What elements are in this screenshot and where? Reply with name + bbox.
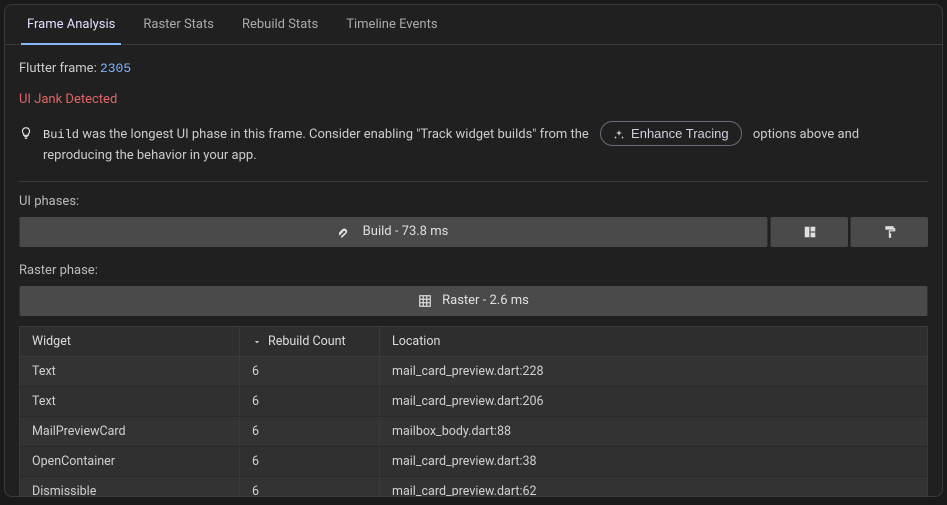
hint-before: was the longest UI phase in this frame. … (79, 127, 592, 142)
table-body[interactable]: Text6mail_card_preview.dart:228Text6mail… (19, 357, 928, 496)
raster-phase-bar[interactable]: Raster - 2.6 ms (19, 286, 928, 316)
table-row[interactable]: MailPreviewCard6mailbox_body.dart:88 (19, 417, 928, 447)
cell-widget: Text (20, 387, 240, 416)
cell-location: mail_card_preview.dart:206 (380, 387, 927, 416)
header-location[interactable]: Location (380, 327, 927, 356)
table-header: Widget Rebuild Count Location (19, 326, 928, 357)
tab-rebuild-stats[interactable]: Rebuild Stats (228, 5, 332, 44)
header-rebuild-count[interactable]: Rebuild Count (240, 327, 380, 356)
table-row[interactable]: OpenContainer6mail_card_preview.dart:38 (19, 447, 928, 477)
tab-frame-analysis[interactable]: Frame Analysis (13, 5, 129, 44)
frame-number[interactable]: 2305 (100, 61, 131, 76)
build-phase-label: Build - 73.8 ms (363, 224, 449, 239)
frame-indicator: Flutter frame: 2305 (19, 57, 928, 86)
hint-row: Build was the longest UI phase in this f… (19, 117, 928, 182)
sparkle-icon (613, 126, 625, 141)
cell-location: mailbox_body.dart:88 (380, 417, 927, 446)
raster-phase-label: Raster phase: (19, 251, 928, 286)
cell-widget: Dismissible (20, 477, 240, 496)
tab-timeline-events[interactable]: Timeline Events (332, 5, 451, 44)
tab-bar: Frame AnalysisRaster StatsRebuild StatsT… (5, 5, 942, 45)
layout-phase-bar[interactable] (770, 217, 848, 247)
ui-phases-label: UI phases: (19, 182, 928, 217)
content-area: Flutter frame: 2305 UI Jank Detected Bui… (5, 45, 942, 496)
enhance-tracing-button[interactable]: Enhance Tracing (600, 121, 742, 146)
hint-text: Build was the longest UI phase in this f… (43, 121, 928, 167)
cell-count: 6 (240, 477, 380, 496)
build-phase-bar[interactable]: Build - 73.8 ms (19, 217, 768, 247)
enhance-tracing-label: Enhance Tracing (631, 126, 729, 141)
cell-count: 6 (240, 447, 380, 476)
rebuild-table: Widget Rebuild Count Location Text6mail_… (19, 326, 928, 496)
cell-widget: MailPreviewCard (20, 417, 240, 446)
tab-raster-stats[interactable]: Raster Stats (129, 5, 228, 44)
jank-warning: UI Jank Detected (19, 86, 928, 117)
cell-location: mail_card_preview.dart:38 (380, 447, 927, 476)
wrench-icon (339, 224, 353, 239)
table-row[interactable]: Text6mail_card_preview.dart:206 (19, 387, 928, 417)
header-count-label: Rebuild Count (268, 334, 346, 349)
grid-icon (418, 293, 432, 308)
header-widget-label: Widget (32, 334, 71, 349)
cell-count: 6 (240, 357, 380, 386)
header-location-label: Location (392, 334, 440, 349)
cell-count: 6 (240, 417, 380, 446)
table-row[interactable]: Dismissible6mail_card_preview.dart:62 (19, 477, 928, 496)
header-widget[interactable]: Widget (20, 327, 240, 356)
cell-count: 6 (240, 387, 380, 416)
chevron-down-icon (252, 334, 262, 349)
cell-location: mail_card_preview.dart:62 (380, 477, 927, 496)
table-row[interactable]: Text6mail_card_preview.dart:228 (19, 357, 928, 387)
raster-phase-row: Raster - 2.6 ms (19, 286, 928, 316)
cell-widget: OpenContainer (20, 447, 240, 476)
build-token: Build (43, 128, 79, 142)
layout-icon (803, 224, 817, 239)
frame-analysis-panel: Frame AnalysisRaster StatsRebuild StatsT… (4, 4, 943, 497)
frame-prefix: Flutter frame: (19, 61, 100, 76)
raster-phase-text: Raster - 2.6 ms (442, 293, 529, 308)
cell-widget: Text (20, 357, 240, 386)
cell-location: mail_card_preview.dart:228 (380, 357, 927, 386)
ui-phases-row: Build - 73.8 ms (19, 217, 928, 247)
paint-roller-icon (883, 224, 897, 239)
lightbulb-icon (19, 121, 33, 144)
paint-phase-bar[interactable] (850, 217, 928, 247)
